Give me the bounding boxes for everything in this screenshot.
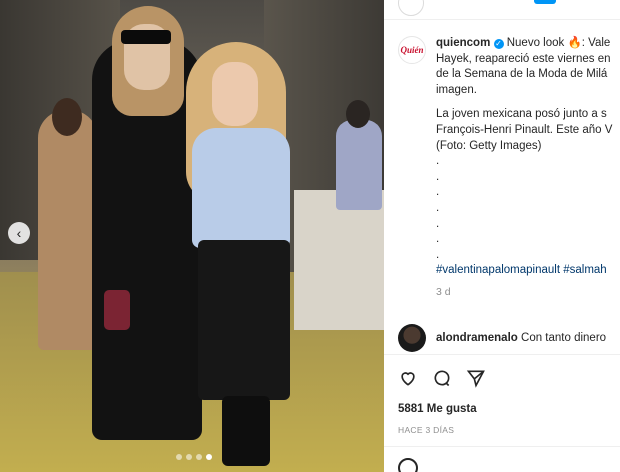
share-icon[interactable] [466,368,486,388]
caption-line: Hayek, reapareció este viernes en [436,52,611,65]
comment: alondramenalo Con tanto dinero [398,324,606,352]
background-person-head [52,98,82,136]
handbag [104,290,130,330]
background-person [38,110,98,350]
caption-line: (Foto: Getty Images) [436,139,542,152]
caption-line: . [436,201,440,214]
caption-line: de la Semana de la Moda de Milá [436,68,608,81]
carousel-dot-active [206,454,212,460]
action-bar [398,368,486,388]
heart-icon[interactable] [398,368,418,388]
leather-skirt [198,240,290,400]
caption-line: La joven mexicana posó junto a s [436,108,607,121]
hashtags-link[interactable]: #valentinapalomapinault #salmah [436,263,612,279]
post-time: HACE 3 DÍAS [398,425,455,435]
likes-count[interactable]: 5881 Me gusta [398,403,477,415]
caption-username[interactable]: quiencom [436,37,490,49]
chevron-left-icon: ‹ [16,225,22,241]
comment-username[interactable]: alondramenalo [436,332,518,344]
follow-button[interactable] [534,0,556,4]
carousel-dot [176,454,182,460]
post-header [384,0,620,20]
caption-line: Nuevo look 🔥: Vale [506,37,611,49]
caption-line: . [436,155,440,168]
avatar[interactable] [398,324,426,352]
blue-shirt [192,128,290,248]
header-avatar[interactable] [398,0,424,16]
brand-logo: Quién [400,45,424,55]
caption-line: François-Henri Pinault. Este año V [436,123,613,136]
caption-line: . [436,248,440,261]
caption-line: imagen. [436,83,477,96]
emoji-icon[interactable] [398,458,418,472]
comment-text: alondramenalo Con tanto dinero [436,332,606,344]
caption-line: . [436,170,440,183]
caption-line: . [436,233,440,246]
heels [222,396,270,466]
woman-face [212,62,258,126]
post-image[interactable]: ‹ [0,0,384,472]
previous-image-button[interactable]: ‹ [8,222,30,244]
divider [384,354,620,355]
carousel-dots [176,454,212,460]
caption: Quién quiencom ✓ Nuevo look 🔥: Vale Haye… [398,36,620,301]
caption-line: . [436,186,440,199]
sunglasses [121,30,171,44]
post-sidebar: Quién quiencom ✓ Nuevo look 🔥: Vale Haye… [384,0,620,472]
avatar[interactable]: Quién [398,36,426,64]
background-person [336,120,382,210]
caption-text: quiencom ✓ Nuevo look 🔥: Vale Hayek, rea… [436,36,612,301]
white-pillar [294,190,384,330]
caption-time[interactable]: 3 d [436,285,612,301]
background-person-head [346,100,370,128]
comment-icon[interactable] [432,368,452,388]
verified-badge-icon: ✓ [493,39,504,49]
carousel-dot [196,454,202,460]
carousel-dot [186,454,192,460]
comment-body: Con tanto dinero [521,332,607,344]
caption-line: . [436,217,440,230]
divider [384,446,620,447]
